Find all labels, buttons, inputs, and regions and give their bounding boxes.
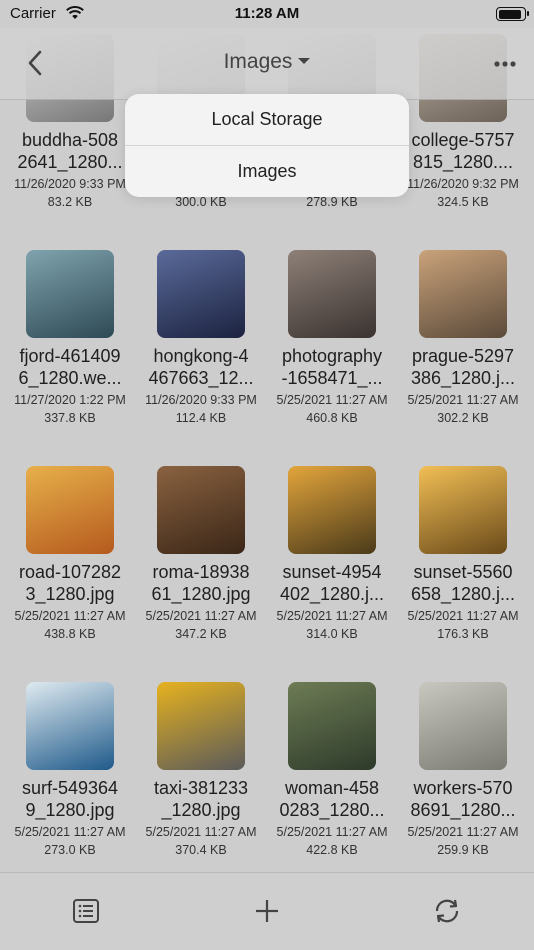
file-size: 347.2 KB — [175, 627, 227, 641]
file-size: 300.0 KB — [175, 195, 227, 209]
file-size: 278.9 KB — [306, 195, 358, 209]
file-size: 83.2 KB — [47, 195, 93, 209]
dropdown-item-local-storage[interactable]: Local Storage — [125, 94, 409, 145]
folder-title: Images — [223, 50, 293, 73]
file-thumbnail — [26, 250, 114, 338]
file-date: 11/26/2020 9:32 PM — [407, 177, 519, 191]
file-thumbnail — [419, 466, 507, 554]
file-size: 176.3 KB — [437, 627, 489, 641]
file-date: 5/25/2021 11:27 AM — [14, 609, 126, 623]
dropdown-caret-icon — [298, 58, 311, 64]
file-thumbnail — [157, 250, 245, 338]
file-tile[interactable]: roma-18938 61_1280.jpg 5/25/2021 11:27 AM… — [136, 466, 266, 656]
file-name: roma-18938 61_1280.jpg — [151, 562, 251, 604]
file-name: workers-570 8691_1280... — [410, 778, 516, 820]
battery-icon — [496, 7, 529, 21]
folder-title-button[interactable]: Images — [0, 50, 534, 74]
file-name: sunset-4954 402_1280.j... — [279, 562, 385, 604]
file-name: hongkong-4 467663_12... — [148, 346, 254, 388]
file-size: 324.5 KB — [437, 195, 489, 209]
file-tile[interactable]: prague-5297 386_1280.j... 5/25/2021 11:27… — [398, 250, 528, 440]
file-thumbnail — [157, 466, 245, 554]
navigation-bar: Images — [0, 28, 534, 100]
file-size: 460.8 KB — [306, 411, 358, 425]
file-date: 11/26/2020 9:33 PM — [14, 177, 126, 191]
file-tile[interactable]: sunset-5560 658_1280.j... 5/25/2021 11:27… — [398, 466, 528, 656]
file-thumbnail — [419, 250, 507, 338]
refresh-icon[interactable] — [431, 895, 463, 927]
file-tile[interactable]: sunset-4954 402_1280.j... 5/25/2021 11:27… — [267, 466, 397, 656]
file-thumbnail — [26, 682, 114, 770]
file-size: 438.8 KB — [44, 627, 96, 641]
file-name: fjord-461409 6_1280.we... — [18, 346, 122, 388]
file-date: 5/25/2021 11:27 AM — [14, 825, 126, 839]
file-name: prague-5297 386_1280.j... — [410, 346, 516, 388]
file-thumbnail — [157, 682, 245, 770]
file-date: 5/25/2021 11:27 AM — [407, 609, 519, 623]
dropdown-item-images[interactable]: Images — [125, 146, 409, 197]
file-thumbnail — [26, 466, 114, 554]
file-date: 5/25/2021 11:27 AM — [276, 825, 388, 839]
file-size: 370.4 KB — [175, 843, 227, 857]
file-tile[interactable]: road-107282 3_1280.jpg 5/25/2021 11:27 AM… — [5, 466, 135, 656]
file-thumbnail — [419, 682, 507, 770]
file-name: sunset-5560 658_1280.j... — [410, 562, 516, 604]
file-date: 11/26/2020 9:33 PM — [145, 393, 257, 407]
file-thumbnail — [288, 682, 376, 770]
file-thumbnail — [288, 250, 376, 338]
file-tile[interactable]: hongkong-4 467663_12... 11/26/2020 9:33 P… — [136, 250, 266, 440]
file-thumbnail — [288, 466, 376, 554]
file-size: 273.0 KB — [44, 843, 96, 857]
more-options-icon[interactable] — [490, 52, 520, 76]
path-dropdown-menu: Local Storage Images — [125, 94, 409, 197]
add-icon[interactable] — [251, 895, 283, 927]
file-name: woman-458 0283_1280... — [279, 778, 385, 820]
file-size: 314.0 KB — [306, 627, 358, 641]
file-size: 337.8 KB — [44, 411, 96, 425]
file-name: road-107282 3_1280.jpg — [18, 562, 122, 604]
file-date: 5/25/2021 11:27 AM — [407, 825, 519, 839]
file-name: surf-549364 9_1280.jpg — [21, 778, 119, 820]
file-name: photography -1658471_... — [281, 346, 383, 388]
file-name: college-5757 815_1280.... — [411, 130, 515, 172]
file-date: 11/27/2020 1:22 PM — [14, 393, 126, 407]
file-tile[interactable]: taxi-381233 _1280.jpg 5/25/2021 11:27 AM 3… — [136, 682, 266, 872]
file-date: 5/25/2021 11:27 AM — [145, 825, 257, 839]
file-size: 422.8 KB — [306, 843, 358, 857]
file-name: buddha-508 2641_1280... — [17, 130, 123, 172]
screen: buddha-508 2641_1280... 11/26/2020 9:33 P… — [0, 0, 534, 950]
file-date: 5/25/2021 11:27 AM — [276, 393, 388, 407]
file-date: 5/25/2021 11:27 AM — [276, 609, 388, 623]
file-name: taxi-381233 _1280.jpg — [153, 778, 249, 820]
file-tile[interactable]: woman-458 0283_1280... 5/25/2021 11:27 AM… — [267, 682, 397, 872]
file-tile[interactable]: surf-549364 9_1280.jpg 5/25/2021 11:27 AM… — [5, 682, 135, 872]
file-date: 5/25/2021 11:27 AM — [145, 609, 257, 623]
list-view-icon[interactable] — [70, 895, 102, 927]
file-size: 302.2 KB — [437, 411, 489, 425]
file-size: 112.4 KB — [175, 411, 227, 425]
file-size: 259.9 KB — [437, 843, 489, 857]
file-tile[interactable]: fjord-461409 6_1280.we... 11/27/2020 1:22… — [5, 250, 135, 440]
file-tile[interactable]: workers-570 8691_1280... 5/25/2021 11:27 … — [398, 682, 528, 872]
file-tile[interactable]: photography -1658471_... 5/25/2021 11:27 … — [267, 250, 397, 440]
file-date: 5/25/2021 11:27 AM — [407, 393, 519, 407]
status-time: 11:28 AM — [234, 5, 300, 22]
bottom-toolbar — [0, 872, 534, 950]
status-bar: Carrier 11:28 AM — [0, 0, 534, 28]
